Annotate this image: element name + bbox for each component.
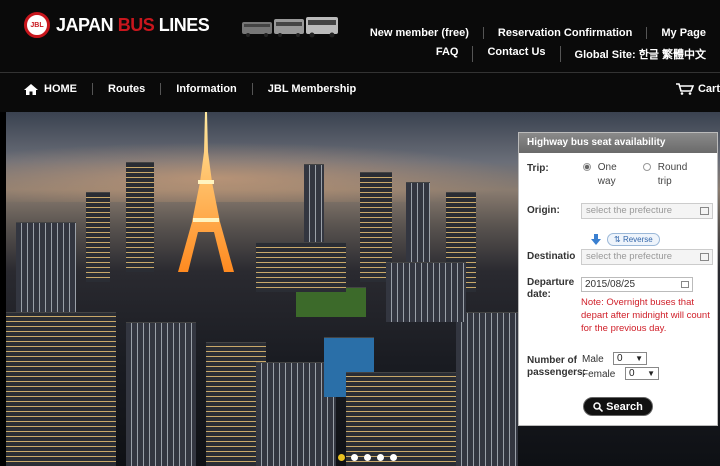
nav-jbl-membership[interactable]: JBL Membership — [251, 83, 371, 95]
trip-one-way-option[interactable]: One way — [583, 161, 628, 189]
logo-wordmark: JAPAN BUS LINES — [56, 14, 210, 35]
origin-select[interactable]: select the prefecture — [581, 203, 713, 219]
origin-label: Origin: — [527, 205, 560, 216]
contact-us-link[interactable]: Contact Us — [472, 46, 559, 62]
carousel-dot[interactable] — [377, 454, 384, 461]
building — [86, 192, 110, 282]
building — [386, 262, 466, 322]
home-icon — [24, 83, 38, 95]
dropdown-list-icon — [700, 253, 709, 261]
passengers-label: Number of passengers: — [527, 355, 586, 378]
main-nav: HOME Routes Information JBL Membership C… — [0, 78, 720, 100]
arrow-down-icon — [591, 234, 601, 245]
building — [346, 372, 456, 466]
reverse-control: ⇅ Reverse — [591, 233, 660, 246]
faq-link[interactable]: FAQ — [422, 46, 473, 62]
top-links-secondary: FAQ Contact Us Global Site: 한글 繁體中文 — [422, 46, 720, 62]
building — [456, 312, 518, 466]
site-header: JBL JAPAN BUS LINES New member (free) Re… — [0, 0, 720, 112]
cart-button[interactable]: Cart — [675, 78, 720, 100]
logo-badge: JBL — [24, 12, 50, 38]
nav-divider — [0, 72, 720, 73]
overnight-note: Note: Overnight buses that depart after … — [581, 297, 710, 334]
carousel-pagination — [338, 454, 397, 461]
bus-illustration-icon — [242, 17, 338, 38]
global-site-link[interactable]: Global Site: 한글 繁體中文 — [559, 46, 720, 62]
search-icon — [593, 401, 604, 412]
seat-availability-panel: Highway bus seat availability Trip: One … — [518, 132, 718, 426]
panel-title: Highway bus seat availability — [519, 133, 717, 153]
reverse-button[interactable]: ⇅ Reverse — [607, 233, 660, 246]
new-member-link[interactable]: New member (free) — [356, 27, 483, 39]
tokyo-tower-illustration — [178, 112, 234, 272]
destination-select[interactable]: select the prefecture — [581, 249, 713, 265]
trip-label: Trip: — [527, 163, 549, 174]
male-label: Male — [582, 354, 604, 365]
building — [6, 312, 116, 466]
dropdown-list-icon — [700, 207, 709, 215]
departure-date-input[interactable]: 2015/08/25 — [581, 277, 693, 292]
male-count-select[interactable]: 0 — [613, 352, 647, 365]
building — [126, 162, 154, 272]
nav-routes[interactable]: Routes — [92, 83, 160, 95]
female-label: Female — [582, 369, 616, 380]
my-page-link[interactable]: My Page — [646, 27, 720, 39]
cart-icon — [675, 83, 694, 95]
one-way-radio[interactable] — [583, 163, 591, 172]
departure-date-label: Departure date: — [527, 277, 575, 300]
carousel-dot[interactable] — [364, 454, 371, 461]
carousel-dot[interactable] — [338, 454, 345, 461]
carousel-dot[interactable] — [390, 454, 397, 461]
round-trip-radio[interactable] — [643, 163, 651, 172]
building — [256, 242, 346, 292]
top-links-primary: New member (free) Reservation Confirmati… — [356, 27, 720, 39]
reservation-confirmation-link[interactable]: Reservation Confirmation — [482, 27, 646, 39]
search-button[interactable]: Search — [583, 397, 653, 416]
building — [126, 322, 196, 466]
building — [406, 182, 430, 272]
trip-round-option[interactable]: Round trip — [643, 161, 696, 189]
site-logo[interactable]: JBL JAPAN BUS LINES — [24, 12, 210, 38]
destination-label: Destinatio — [527, 251, 576, 262]
calendar-icon — [681, 281, 689, 288]
nav-information[interactable]: Information — [160, 83, 252, 95]
nav-home[interactable]: HOME — [0, 83, 92, 95]
female-count-select[interactable]: 0 — [625, 367, 659, 380]
carousel-dot[interactable] — [351, 454, 358, 461]
